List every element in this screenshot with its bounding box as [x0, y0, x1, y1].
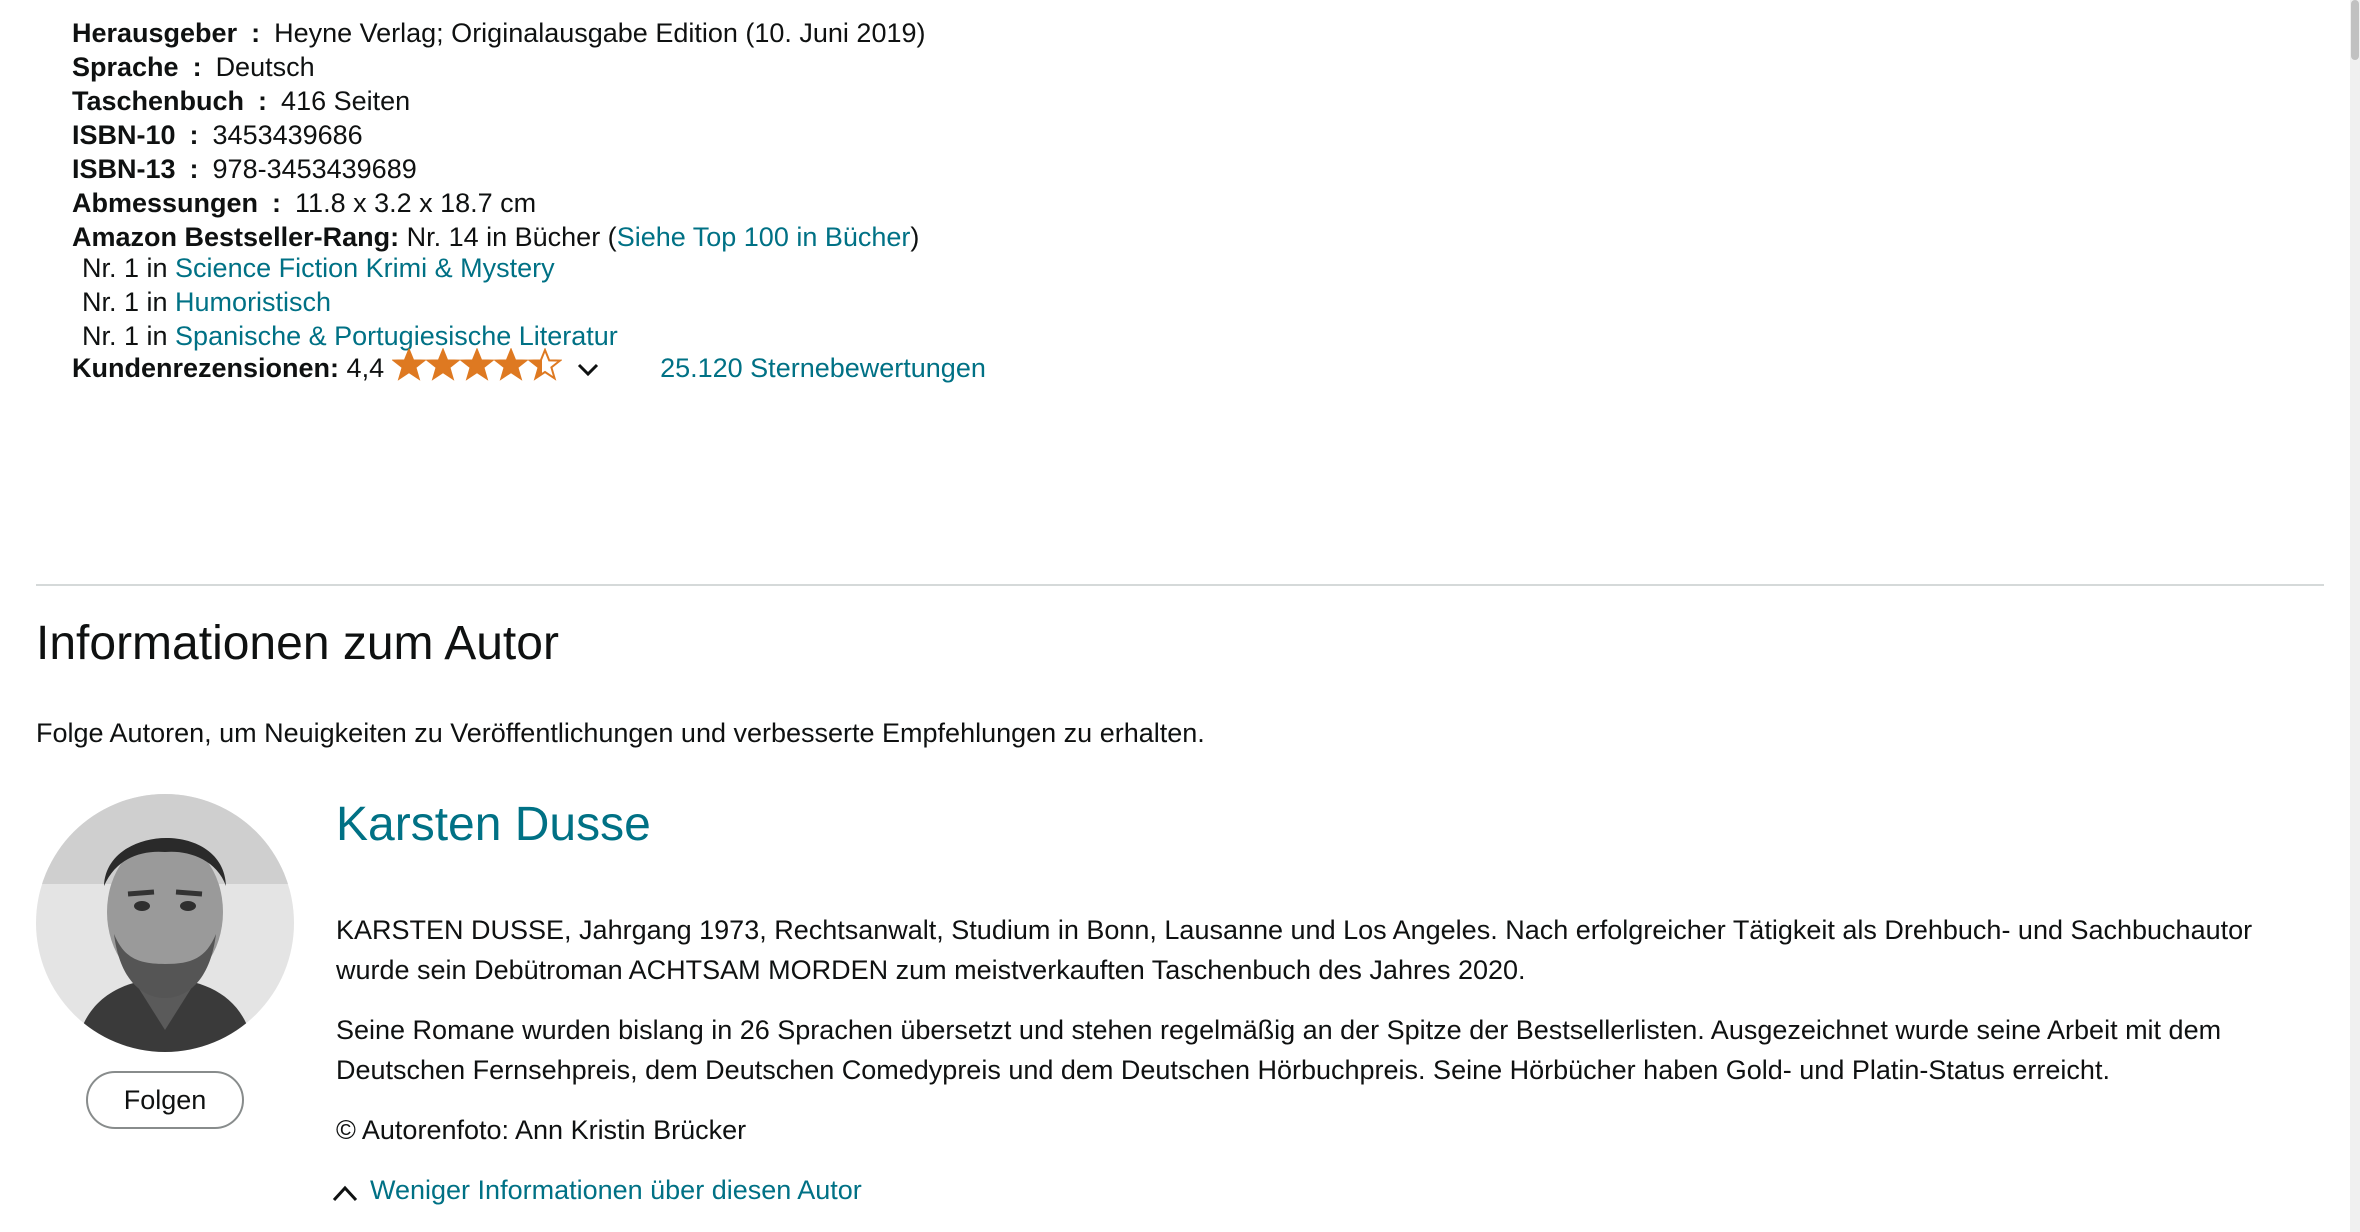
- star-rating[interactable]: [392, 348, 563, 382]
- follow-author-button[interactable]: Folgen: [86, 1071, 244, 1129]
- detail-value: Deutsch: [215, 52, 315, 82]
- detail-label: ISBN-10: [72, 120, 176, 150]
- detail-isbn10: ISBN-10:3453439686: [72, 118, 363, 152]
- detail-paperback: Taschenbuch:416 Seiten: [72, 84, 410, 118]
- detail-label: Kundenrezensionen:: [72, 353, 340, 383]
- star-icon: [426, 348, 461, 381]
- detail-label: Herausgeber: [72, 18, 238, 48]
- detail-label: Sprache: [72, 52, 179, 82]
- chevron-up-icon: [332, 1185, 358, 1202]
- detail-dimensions: Abmessungen:11.8 x 3.2 x 18.7 cm: [72, 186, 536, 220]
- author-photo: [36, 794, 294, 1052]
- detail-value: 416 Seiten: [281, 86, 411, 116]
- detail-separator: :: [192, 52, 202, 82]
- detail-language: Sprache: Deutsch: [72, 50, 315, 84]
- detail-isbn13: ISBN-13:978-3453439689: [72, 152, 417, 186]
- bio-paragraph: KARSTEN DUSSE, Jahrgang 1973, Rechtsanwa…: [336, 915, 2253, 985]
- star-icon: [392, 348, 427, 381]
- category-link-spanische-literatur[interactable]: Spanische & Portugiesische Literatur: [175, 321, 618, 351]
- detail-label: Taschenbuch: [72, 86, 245, 116]
- rank-sub-item: Nr. 1 in Humoristisch: [82, 285, 331, 319]
- detail-separator: :: [251, 18, 261, 48]
- detail-separator: :: [189, 154, 199, 184]
- photo-credit: © Autorenfoto: Ann Kristin Brücker: [336, 1115, 747, 1145]
- category-link-humoristisch[interactable]: Humoristisch: [175, 287, 331, 317]
- detail-value: Heyne Verlag; Originalausgabe Edition (1…: [274, 18, 926, 48]
- detail-separator: :: [258, 86, 268, 116]
- scrollbar[interactable]: [2350, 0, 2360, 1232]
- detail-publisher: Herausgeber: Heyne Verlag; Originalausgab…: [72, 16, 926, 50]
- detail-label: Abmessungen: [72, 188, 259, 218]
- detail-value: 978-3453439689: [212, 154, 417, 184]
- detail-value: 3453439686: [212, 120, 363, 150]
- section-divider: [36, 584, 2324, 586]
- less-info-link[interactable]: Weniger Informationen über diesen Autor: [370, 1175, 862, 1205]
- star-icon: [494, 348, 529, 381]
- ratings-count-link[interactable]: 25.120 Sternebewertungen: [660, 353, 986, 383]
- author-avatar[interactable]: [36, 794, 294, 1052]
- detail-customer-reviews: Kundenrezensionen: 4,4 25.120 Sternebewer…: [72, 348, 986, 385]
- chevron-down-icon[interactable]: [574, 355, 602, 383]
- author-name-link[interactable]: Karsten Dusse: [336, 795, 651, 855]
- detail-separator: :: [272, 188, 282, 218]
- rating-value: 4,4: [346, 353, 385, 383]
- scrollbar-thumb[interactable]: [2351, 0, 2359, 60]
- detail-label: ISBN-13: [72, 154, 176, 184]
- bio-paragraph: Seine Romane wurden bislang in 26 Sprach…: [336, 1015, 2222, 1085]
- detail-separator: :: [189, 120, 199, 150]
- category-link-scifi-krimi[interactable]: Science Fiction Krimi & Mystery: [175, 253, 555, 283]
- star-icon: [528, 348, 563, 381]
- detail-bestseller-rank: Amazon Bestseller-Rang: Nr. 14 in Bücher…: [72, 220, 919, 254]
- detail-label: Amazon Bestseller-Rang:: [72, 222, 400, 252]
- rank-prefix: Nr. 1 in: [82, 253, 176, 283]
- rank-prefix: Nr. 1 in: [82, 321, 176, 351]
- author-section-heading: Informationen zum Autor: [36, 617, 559, 670]
- paren-close: ): [910, 222, 920, 252]
- follow-note: Folge Autoren, um Neuigkeiten zu Veröffe…: [36, 718, 1205, 748]
- less-info-toggle[interactable]: Weniger Informationen über diesen Autor: [330, 1172, 862, 1208]
- rank-sub-item: Nr. 1 in Science Fiction Krimi & Mystery: [82, 251, 555, 285]
- author-bio: KARSTEN DUSSE, Jahrgang 1973, Rechtsanwa…: [336, 910, 2296, 1170]
- rank-prefix: Nr. 1 in: [82, 287, 176, 317]
- star-icon: [460, 348, 495, 381]
- top100-link[interactable]: Siehe Top 100 in Bücher: [617, 222, 911, 252]
- detail-value: 11.8 x 3.2 x 18.7 cm: [295, 188, 537, 218]
- detail-value: Nr. 14 in Bücher (: [399, 222, 617, 252]
